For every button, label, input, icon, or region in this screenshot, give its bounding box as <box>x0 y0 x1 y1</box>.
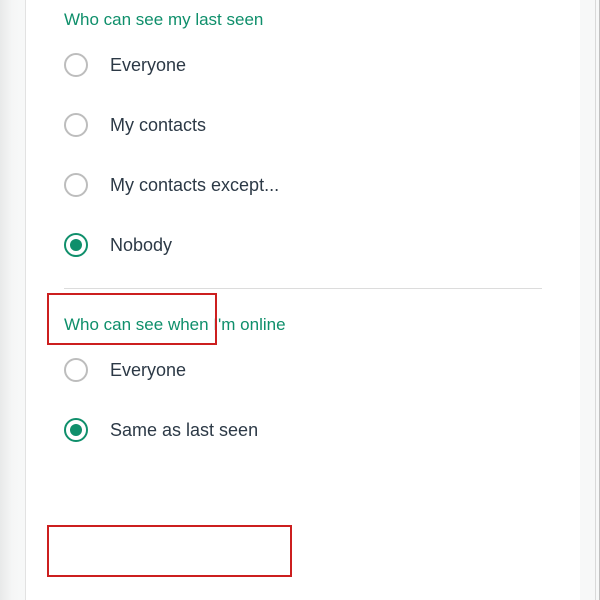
radio-icon <box>64 173 88 197</box>
radio-label: Everyone <box>110 55 186 76</box>
radio-last-seen-nobody[interactable]: Nobody <box>64 232 580 258</box>
section-title-last-seen: Who can see my last seen <box>64 4 580 30</box>
radio-label: My contacts except... <box>110 175 279 196</box>
radio-online-same-as-last-seen[interactable]: Same as last seen <box>64 417 580 443</box>
radio-icon <box>64 358 88 382</box>
radio-last-seen-my-contacts-except[interactable]: My contacts except... <box>64 172 580 198</box>
radio-label: Nobody <box>110 235 172 256</box>
section-divider <box>64 288 542 289</box>
settings-panel: Who can see my last seen Everyone My con… <box>25 0 580 600</box>
viewport: Who can see my last seen Everyone My con… <box>0 0 600 600</box>
radio-icon-selected <box>64 418 88 442</box>
radio-last-seen-everyone[interactable]: Everyone <box>64 52 580 78</box>
radio-online-everyone[interactable]: Everyone <box>64 357 580 383</box>
radio-icon <box>64 53 88 77</box>
radio-label: Everyone <box>110 360 186 381</box>
radio-last-seen-my-contacts[interactable]: My contacts <box>64 112 580 138</box>
radio-label: Same as last seen <box>110 420 258 441</box>
section-title-online: Who can see when I'm online <box>64 309 580 335</box>
radio-icon-selected <box>64 233 88 257</box>
radio-label: My contacts <box>110 115 206 136</box>
radio-icon <box>64 113 88 137</box>
scrollbar-track-edge <box>595 0 596 600</box>
annotation-highlight-same-as-last-seen <box>47 525 292 577</box>
